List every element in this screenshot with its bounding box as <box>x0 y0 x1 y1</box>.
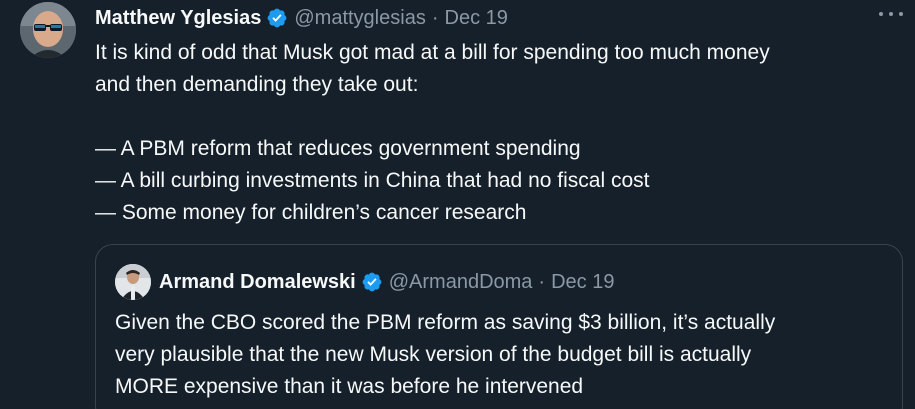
quoted-text-line: Given the CBO scored the PBM reform as s… <box>115 311 776 334</box>
quoted-author-display-name: Armand Domalewski <box>159 270 356 293</box>
tweet-text: It is kind of odd that Musk got mad at a… <box>95 37 910 229</box>
quoted-tweet-date: Dec 19 <box>551 270 615 293</box>
more-dot <box>899 12 903 16</box>
quoted-header-separator: · <box>538 270 546 293</box>
quoted-tweet-header: Armand Domalewski @ArmandDoma · Dec 19 <box>115 264 614 300</box>
quoted-text-line: very plausible that the new Musk version… <box>115 343 752 366</box>
avatar-image <box>20 2 76 58</box>
tweet-body: Matthew Yglesias @mattyglesias · Dec 19 … <box>95 0 910 229</box>
tweet-text-line: and then demanding they take out: <box>95 73 419 96</box>
more-options-icon[interactable] <box>879 6 903 22</box>
verified-badge-icon <box>361 271 383 293</box>
quoted-tweet-card[interactable]: Armand Domalewski @ArmandDoma · Dec 19 G… <box>95 244 903 409</box>
tweet-text-line: — A bill curbing investments in China th… <box>95 169 650 192</box>
quoted-text-line: MORE expensive than it was before he int… <box>115 375 584 398</box>
tweet-date[interactable]: Dec 19 <box>445 7 508 30</box>
header-separator: · <box>431 6 439 29</box>
tweet-header: Matthew Yglesias @mattyglesias · Dec 19 <box>95 0 910 36</box>
quoted-author-avatar <box>115 264 151 300</box>
author-avatar[interactable] <box>20 2 76 58</box>
more-dot <box>889 12 893 16</box>
verified-badge-icon <box>266 7 288 29</box>
author-handle[interactable]: @mattyglesias <box>294 7 425 30</box>
tweet-text-line: It is kind of odd that Musk got mad at a… <box>95 41 770 64</box>
more-dot <box>879 12 883 16</box>
quoted-author-handle: @ArmandDoma <box>388 270 533 293</box>
tweet-text-line: — A PBM reform that reduces government s… <box>95 137 581 160</box>
quoted-avatar-image <box>115 264 151 300</box>
tweet-text-line: — Some money for children’s cancer resea… <box>95 201 527 224</box>
quoted-tweet-text: Given the CBO scored the PBM reform as s… <box>115 307 895 403</box>
author-display-name[interactable]: Matthew Yglesias <box>95 7 261 30</box>
